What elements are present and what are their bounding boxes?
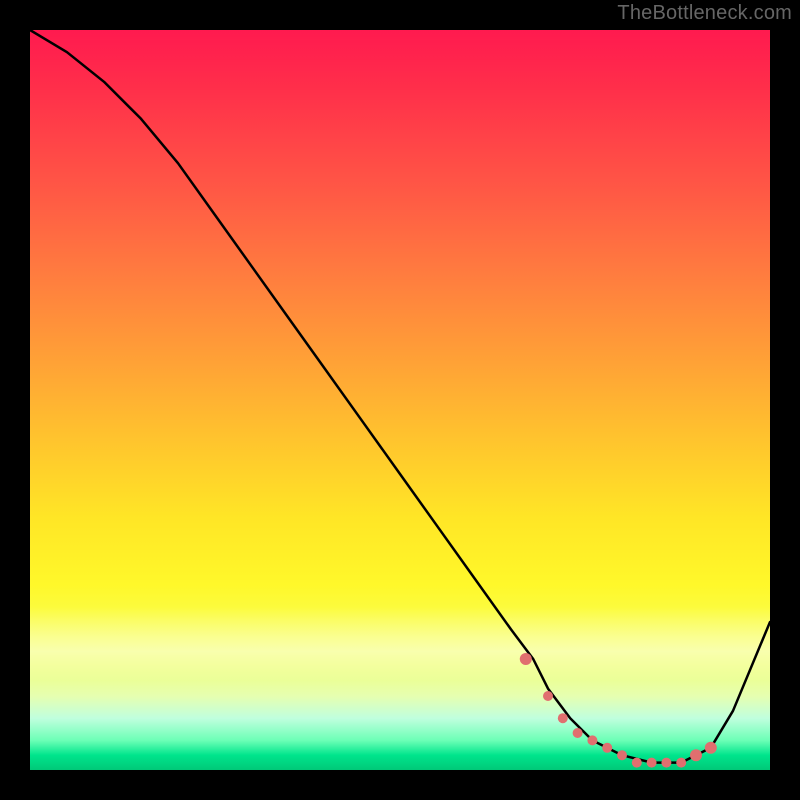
- marker-point: [558, 713, 568, 723]
- watermark-text: TheBottleneck.com: [617, 2, 792, 25]
- marker-point: [705, 742, 717, 754]
- curve-layer: [30, 30, 770, 770]
- plot-area: [30, 30, 770, 770]
- chart-canvas: TheBottleneck.com: [0, 0, 800, 800]
- marker-point: [676, 758, 686, 768]
- marker-point: [573, 728, 583, 738]
- marker-point: [520, 653, 532, 665]
- bottleneck-curve: [30, 30, 770, 763]
- marker-point: [543, 691, 553, 701]
- marker-point: [647, 758, 657, 768]
- marker-point: [602, 743, 612, 753]
- optimal-zone-markers: [520, 653, 717, 768]
- marker-point: [587, 735, 597, 745]
- marker-point: [661, 758, 671, 768]
- marker-point: [690, 749, 702, 761]
- marker-point: [617, 750, 627, 760]
- marker-point: [632, 758, 642, 768]
